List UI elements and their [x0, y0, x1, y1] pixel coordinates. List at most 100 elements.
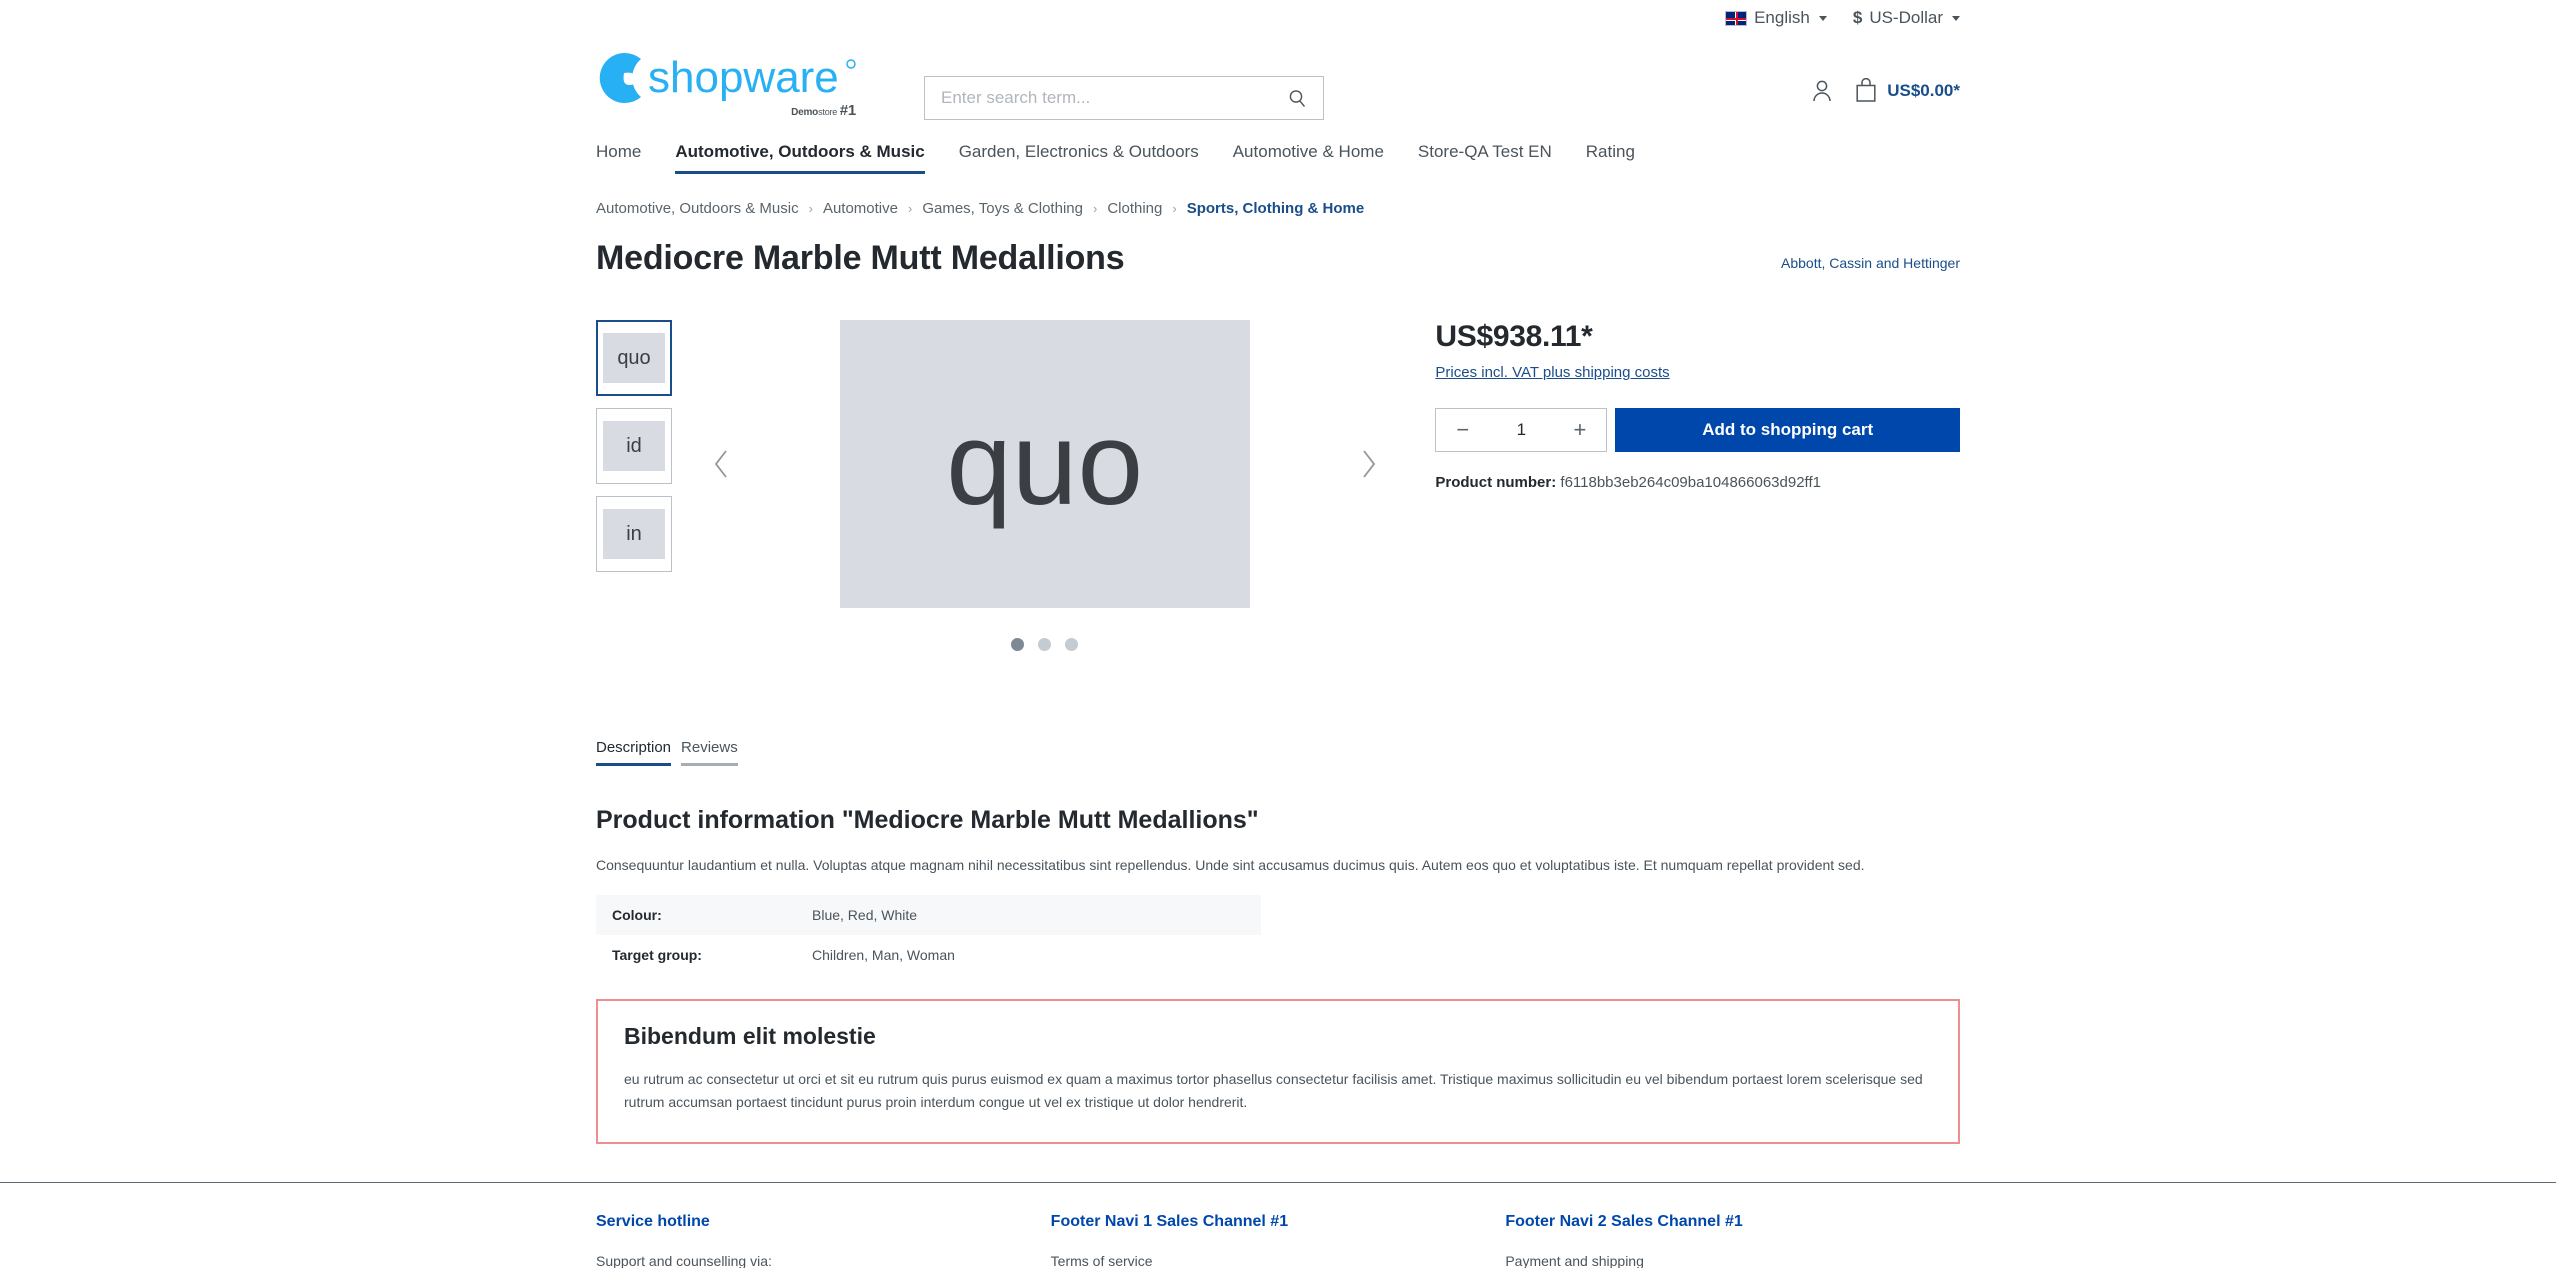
footer-heading[interactable]: Footer Navi 2 Sales Channel #1 [1505, 1213, 1960, 1231]
top-bar: English $ US-Dollar [596, 0, 1960, 30]
language-label: English [1754, 8, 1810, 27]
property-value: Children, Man, Woman [812, 947, 955, 964]
search-button[interactable] [1286, 89, 1309, 108]
quantity-input[interactable] [1496, 419, 1547, 441]
product-properties-table: Colour: Blue, Red, White Target group: C… [596, 895, 1261, 975]
footer-heading[interactable]: Service hotline [596, 1213, 1051, 1231]
quantity-increase-button[interactable]: + [1570, 419, 1591, 441]
language-selector[interactable]: English [1725, 8, 1827, 28]
highlight-box: Bibendum elit molestie eu rutrum ac cons… [596, 999, 1960, 1145]
quantity-stepper: − + [1435, 408, 1608, 452]
thumbnail-list: quo id in [596, 320, 674, 651]
main-product-image[interactable]: quo [839, 320, 1250, 608]
chevron-right-icon [1362, 450, 1375, 478]
user-icon [1813, 80, 1831, 101]
footer-link[interactable]: Payment and shipping [1505, 1253, 1960, 1268]
shopware-logo-icon [599, 53, 641, 103]
product-tabs: Description Reviews [596, 739, 1960, 766]
breadcrumb-item[interactable]: Automotive [823, 200, 898, 217]
thumbnail-item[interactable]: in [596, 496, 672, 572]
logo-sub-store: store [818, 107, 838, 117]
breadcrumb-separator-icon: › [1092, 201, 1098, 216]
product-header: Mediocre Marble Mutt Medallions Abbott, … [596, 239, 1960, 278]
tab-description[interactable]: Description [596, 739, 672, 766]
tab-reviews[interactable]: Reviews [681, 739, 738, 766]
highlight-text: eu rutrum ac consectetur ut orci et sit … [624, 1071, 1923, 1111]
search-icon [1289, 89, 1306, 107]
gallery-next-button[interactable] [1350, 439, 1387, 489]
product-detail-page: English $ US-Dollar shopware Demostore #… [0, 0, 2556, 1268]
chevron-left-icon [714, 450, 727, 478]
logo-subtitle: Demostore #1 [791, 102, 856, 119]
gallery-dots [1011, 638, 1079, 651]
gallery-stage: quo [674, 320, 1415, 651]
breadcrumb-item[interactable]: Automotive, Outdoors & Music [596, 200, 799, 217]
header-actions: US$0.00* [1811, 78, 1960, 103]
gallery-dot[interactable] [1011, 638, 1025, 651]
nav-item-store-qa-test-en[interactable]: Store-QA Test EN [1418, 142, 1552, 174]
uk-flag-icon [1725, 10, 1748, 26]
account-button[interactable] [1811, 79, 1833, 103]
breadcrumb-item[interactable]: Clothing [1107, 200, 1162, 217]
breadcrumb: Automotive, Outdoors & Music › Automotiv… [596, 200, 1960, 217]
breadcrumb-item[interactable]: Games, Toys & Clothing [922, 200, 1083, 217]
add-to-cart-button[interactable]: Add to shopping cart [1615, 408, 1960, 452]
gallery-prev-button[interactable] [703, 439, 740, 489]
highlight-heading: Bibendum elit molestie [624, 1023, 876, 1050]
search-box[interactable] [924, 76, 1324, 120]
footer-column: Footer Navi 2 Sales Channel #1 Payment a… [1505, 1213, 1960, 1268]
footer-link[interactable]: Support and counselling via: [596, 1253, 1051, 1268]
site-footer: Service hotline Support and counselling … [0, 1213, 2556, 1268]
nav-item-rating[interactable]: Rating [1586, 142, 1635, 174]
svg-text:shopware: shopware [648, 53, 839, 102]
table-row: Target group: Children, Man, Woman [596, 935, 1261, 975]
currency-symbol: $ [1852, 8, 1863, 27]
footer-link[interactable]: Terms of service [1051, 1253, 1506, 1268]
property-label: Colour: [612, 907, 662, 924]
thumbnail-image: quo [603, 333, 665, 383]
thumbnail-image: id [603, 421, 665, 471]
currency-label: US-Dollar [1869, 8, 1943, 27]
chevron-down-icon [1952, 15, 1960, 21]
product-number-label: Product number: [1435, 474, 1557, 491]
thumbnail-item[interactable]: quo [596, 320, 672, 396]
breadcrumb-item-current[interactable]: Sports, Clothing & Home [1187, 200, 1365, 217]
nav-item-garden-electronics-outdoors[interactable]: Garden, Electronics & Outdoors [959, 142, 1199, 174]
logo-link[interactable]: shopware Demostore #1 [596, 42, 896, 119]
nav-item-home[interactable]: Home [596, 142, 641, 174]
gallery-dot[interactable] [1038, 638, 1052, 651]
gallery-dot[interactable] [1065, 638, 1079, 651]
cart-amount: US$0.00* [1887, 80, 1960, 100]
description-text: Consequuntur laudantium et nulla. Volupt… [596, 857, 1865, 873]
product-number-value: f6118bb3eb264c09ba104866063d92ff1 [1560, 474, 1821, 491]
logo-sub-demo: Demo [791, 107, 819, 118]
tax-info-link[interactable]: Prices incl. VAT plus shipping costs [1435, 364, 1669, 381]
product-number: Product number: f6118bb3eb264c09ba104866… [1435, 474, 1960, 491]
page-container: English $ US-Dollar shopware Demostore #… [596, 0, 1960, 1145]
breadcrumb-separator-icon: › [1172, 201, 1177, 216]
footer-column: Footer Navi 1 Sales Channel #1 Terms of … [1051, 1213, 1506, 1268]
breadcrumb-separator-icon: › [907, 201, 913, 216]
chevron-down-icon [1818, 15, 1827, 21]
currency-selector[interactable]: $ US-Dollar [1853, 8, 1960, 28]
quantity-decrease-button[interactable]: − [1452, 419, 1473, 441]
description-heading: Product information "Mediocre Marble Mut… [596, 806, 1259, 834]
footer-column: Service hotline Support and counselling … [596, 1213, 1051, 1268]
table-row: Colour: Blue, Red, White [596, 895, 1261, 936]
buy-box: US$938.11* Prices incl. VAT plus shippin… [1415, 320, 1960, 651]
logo-sub-number: #1 [839, 102, 857, 119]
nav-item-automotive-outdoors-music[interactable]: Automotive, Outdoors & Music [675, 142, 925, 174]
footer-heading[interactable]: Footer Navi 1 Sales Channel #1 [1051, 1213, 1506, 1231]
main-image-label: quo [946, 398, 1144, 530]
shopping-bag-icon [1856, 78, 1876, 102]
product-body: quo id in quo US$938.11* Prices incl. VA… [596, 320, 1960, 651]
search-input[interactable] [939, 87, 1286, 109]
main-navigation: Home Automotive, Outdoors & Music Garden… [596, 130, 1960, 174]
manufacturer-link[interactable]: Abbott, Cassin and Hettinger [1781, 239, 1960, 271]
property-value: Blue, Red, White [812, 907, 918, 924]
search-container [924, 76, 1324, 120]
product-gallery: quo id in quo [596, 320, 1415, 651]
cart-button[interactable]: US$0.00* [1855, 78, 1960, 103]
nav-item-automotive-home[interactable]: Automotive & Home [1233, 142, 1384, 174]
thumbnail-item[interactable]: id [596, 408, 672, 484]
